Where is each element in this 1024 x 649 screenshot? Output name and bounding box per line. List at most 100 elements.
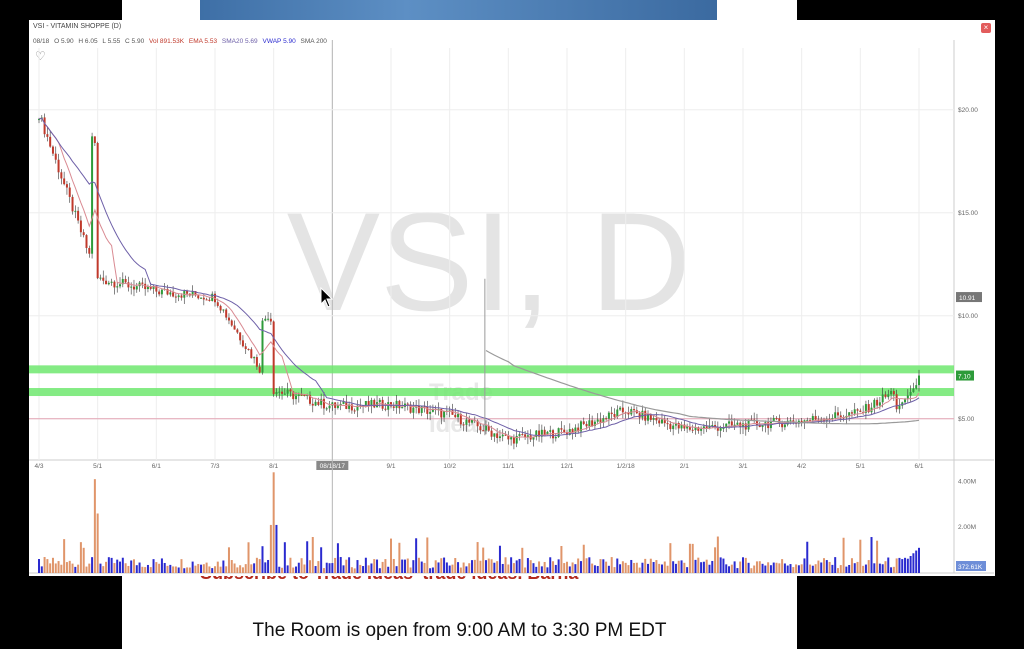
volume-bar	[476, 542, 479, 573]
volume-bar	[219, 566, 222, 573]
candle-body	[876, 399, 879, 406]
candle-body	[71, 196, 74, 212]
volume-bar	[730, 564, 733, 573]
volume-bar	[214, 566, 216, 573]
volume-bar	[733, 561, 736, 573]
volume-bar	[487, 558, 490, 573]
candle-body	[884, 394, 887, 398]
volume-current-label: 372.61K	[958, 564, 983, 571]
x-tick-label: 9/1	[386, 463, 395, 470]
candle-body	[859, 410, 862, 412]
volume-bar	[191, 561, 194, 573]
candle-body	[236, 329, 239, 333]
volume-bar	[786, 565, 789, 573]
volume-bar	[691, 543, 694, 573]
volume-bar	[364, 557, 367, 573]
volume-bar	[107, 557, 110, 573]
volume-tick-label: 2.00M	[958, 524, 976, 531]
volume-bar	[579, 561, 582, 573]
volume-bar	[607, 565, 610, 573]
candle-body	[887, 394, 890, 398]
volume-bar	[666, 565, 669, 573]
volume-bar	[510, 557, 513, 573]
candle-body	[160, 289, 163, 295]
candle-body	[465, 419, 468, 425]
volume-bar	[264, 562, 267, 573]
volume-bar	[188, 567, 191, 573]
candle-body	[909, 392, 912, 396]
volume-bar	[336, 543, 339, 573]
candle-body	[915, 385, 918, 389]
volume-bar	[546, 567, 549, 573]
volume-bar	[906, 558, 909, 573]
candle-body	[836, 412, 839, 416]
volume-bar	[54, 563, 57, 573]
candle-body	[783, 424, 786, 428]
volume-bar	[233, 563, 236, 573]
volume-bar	[758, 561, 761, 573]
volume-bar	[345, 559, 348, 573]
volume-bar	[43, 557, 46, 573]
volume-bar	[781, 559, 784, 573]
candle-body	[281, 391, 284, 394]
volume-bar	[160, 558, 163, 573]
candle-body	[814, 416, 817, 420]
volume-bar	[353, 568, 356, 573]
candle-body	[269, 318, 272, 322]
candle-body	[554, 437, 557, 439]
volume-tick-label: 4.00M	[958, 478, 976, 485]
volume-bar	[918, 547, 920, 573]
volume-bar	[373, 559, 376, 573]
candle-body	[132, 286, 135, 290]
candle-body	[68, 187, 71, 197]
candle-body	[912, 388, 915, 393]
volume-bar	[862, 565, 865, 573]
volume-bar	[655, 560, 658, 573]
volume-bar	[292, 567, 295, 573]
candle-body	[853, 409, 856, 414]
volume-bar	[85, 566, 88, 573]
volume-bar	[113, 563, 116, 573]
volume-bar	[697, 557, 700, 573]
volume-bar	[716, 536, 719, 573]
volume-bar	[322, 568, 325, 573]
volume-bar	[121, 557, 124, 573]
candle-body	[275, 392, 278, 395]
volume-bar	[253, 563, 256, 573]
volume-bar	[46, 559, 49, 573]
volume-bar	[216, 561, 219, 573]
volume-bar	[158, 563, 161, 573]
volume-bar	[540, 566, 543, 573]
candle-body	[93, 136, 96, 143]
volume-bar	[901, 559, 904, 573]
candle-body	[180, 295, 183, 298]
mouse-cursor-icon	[320, 287, 334, 308]
volume-bar	[211, 568, 214, 573]
volume-bar	[898, 557, 901, 573]
candle-body	[130, 286, 133, 288]
candle-body	[113, 281, 116, 288]
candle-body	[63, 178, 66, 185]
candle-body	[286, 389, 289, 394]
volume-bar	[792, 567, 795, 573]
volume-bar	[320, 547, 323, 573]
volume-bar	[747, 562, 750, 573]
volume-bar	[417, 557, 420, 573]
candle-body	[227, 317, 230, 321]
volume-bar	[708, 564, 711, 573]
volume-bar	[574, 564, 577, 573]
candle-body	[225, 309, 228, 318]
volume-bar	[401, 559, 404, 573]
candle-body	[96, 142, 99, 279]
candle-body	[728, 421, 731, 424]
candle-body	[560, 428, 563, 430]
candle-body	[462, 424, 465, 426]
volume-bar	[797, 565, 800, 573]
volume-bar	[616, 558, 619, 573]
candle-body	[839, 415, 842, 418]
volume-bar	[850, 558, 853, 573]
candle-body	[585, 423, 588, 427]
y-tick-label: $5.00	[958, 416, 975, 423]
volume-bar	[566, 561, 568, 573]
volume-bar	[381, 561, 384, 573]
